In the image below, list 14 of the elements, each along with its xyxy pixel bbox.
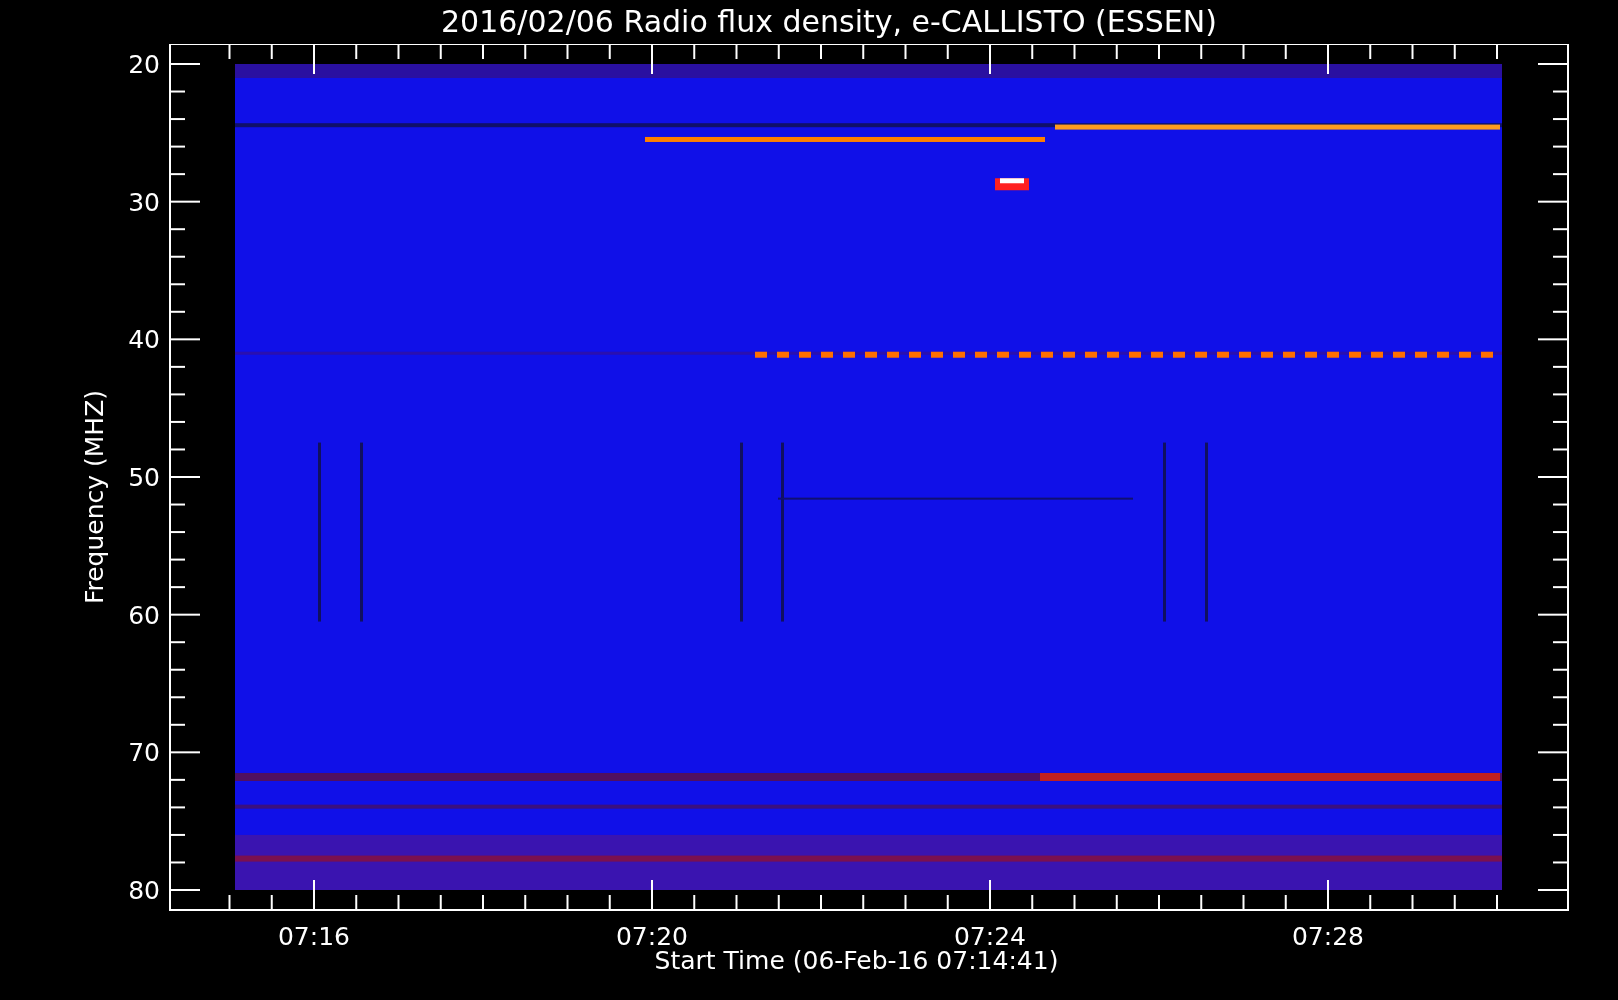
tick-label: 30 bbox=[128, 187, 160, 217]
tick-label: 80 bbox=[128, 876, 160, 905]
tick-label: 70 bbox=[128, 738, 160, 768]
chart-title: 2016/02/06 Radio flux density, e-CALLISTO (ESSEN) bbox=[441, 7, 1217, 37]
tick-label: 07:20 bbox=[616, 922, 688, 950]
tick-label: 20 bbox=[128, 50, 160, 79]
tick-label: 40 bbox=[128, 325, 160, 355]
tick-label: 50 bbox=[128, 463, 160, 492]
axis-title: Frequency (MHZ) bbox=[80, 389, 109, 605]
tick-label: 07:16 bbox=[278, 922, 350, 950]
tick-label: 60 bbox=[128, 600, 160, 630]
axis-title: Start Time (06-Feb-16 07:14:41) bbox=[654, 948, 1059, 973]
tick-label: 07:24 bbox=[954, 922, 1026, 950]
tick-label: 07:28 bbox=[1292, 922, 1364, 950]
